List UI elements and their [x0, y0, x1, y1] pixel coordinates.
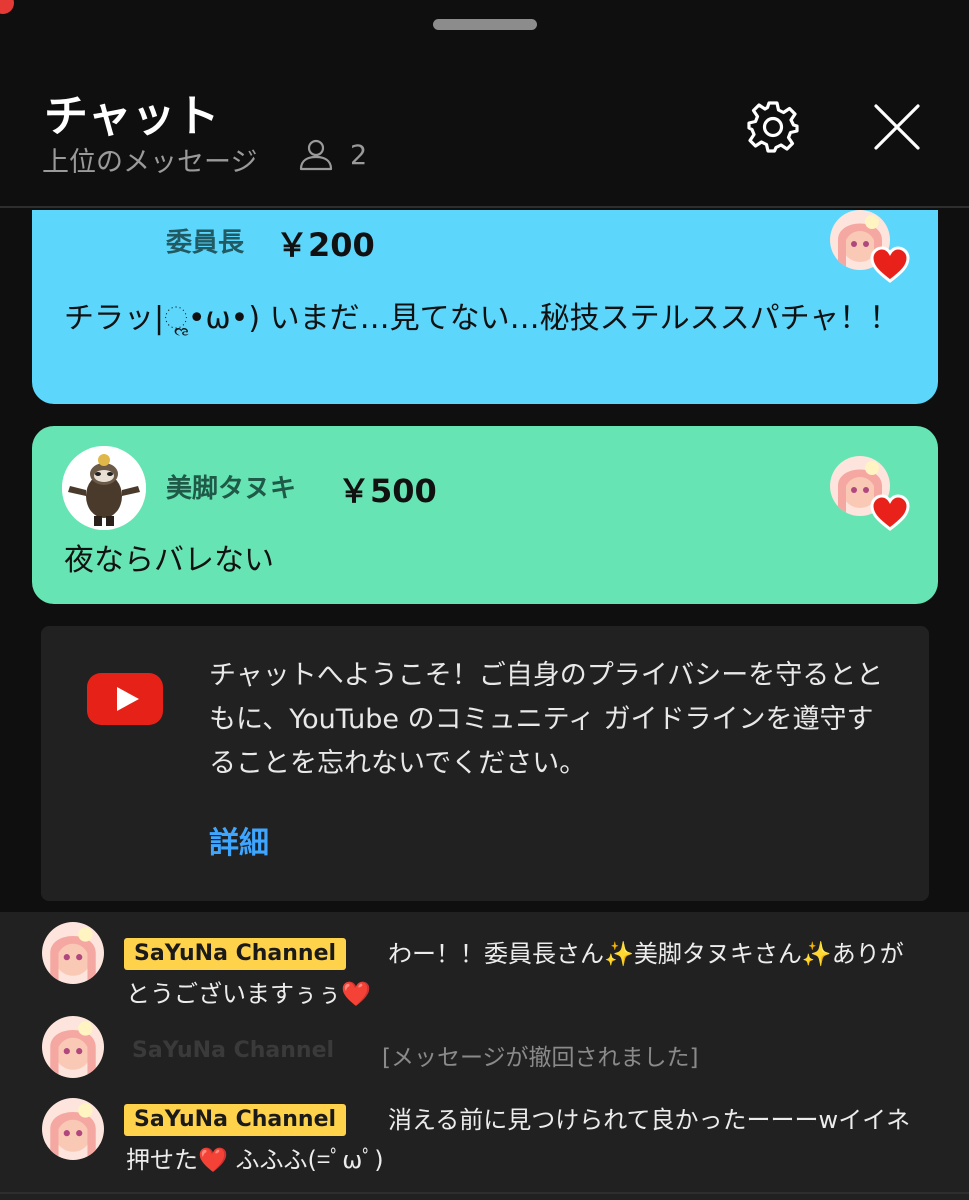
gear-icon[interactable] [746, 100, 800, 154]
chat-message-text: 消える前に見つけられて良かったーーーwイイネ押せた❤️ ふふふ(=ﾟωﾟ) [126, 1106, 911, 1174]
super-chat-amount: ￥500 [338, 472, 437, 510]
divider [0, 1192, 969, 1194]
chat-message-author[interactable]: SaYuNa Channel [132, 1038, 334, 1063]
person-icon [299, 139, 333, 171]
super-chat-message: 夜ならバレない [64, 543, 274, 578]
chat-mode-selector[interactable]: 上位のメッセージ [42, 140, 257, 179]
super-chat-author[interactable]: 委員長 [166, 222, 244, 259]
youtube-logo [87, 673, 163, 725]
learn-more-link[interactable]: 詳細 [209, 818, 269, 862]
close-icon[interactable] [872, 102, 922, 152]
super-chat-amount: ￥200 [276, 226, 375, 264]
chat-message-text: わー！！委員長さん✨美脚タヌキさん✨ありがとうございますぅぅ❤️ [126, 940, 904, 1008]
chat-message[interactable]: SaYuNa Channel 消える前に見つけられて良かったーーーwイイネ押せた… [0, 1098, 969, 1188]
super-chat-card[interactable]: 委員長 ￥200 チラッ|ૢ•ω•) いまだ…見てない…秘技ステルススパチャ！！ [32, 210, 938, 404]
chat-message-list[interactable]: SaYuNa Channel わー！！委員長さん✨美脚タヌキさん✨ありがとうござ… [0, 912, 969, 1200]
welcome-banner: チャットへようこそ！ご自身のプライバシーを守るとともに、YouTube のコミュ… [41, 626, 929, 901]
welcome-message: チャットへようこそ！ご自身のプライバシーを守るとともに、YouTube のコミュ… [209, 660, 884, 779]
page-title: チャット [44, 91, 220, 142]
heart-icon [870, 246, 910, 283]
user-avatar[interactable] [62, 446, 146, 530]
avatar[interactable] [42, 1016, 104, 1078]
viewer-count: 2 [350, 140, 368, 171]
chat-message[interactable]: SaYuNa Channel わー！！委員長さん✨美脚タヌキさん✨ありがとうござ… [0, 922, 969, 1008]
chat-message-body: わー！！委員長さん✨美脚タヌキさん✨ありがとうございますぅぅ❤️ [126, 934, 926, 1014]
avatar[interactable] [42, 1098, 104, 1160]
super-chat-message: チラッ|ૢ•ω•) いまだ…見てない…秘技ステルススパチャ！！ [64, 301, 900, 336]
chat-message-text: [メッセージが撤回されました] [382, 1045, 699, 1071]
super-chat-card[interactable]: 美脚タヌキ ￥500 夜ならバレない [32, 426, 938, 604]
heart-icon [870, 494, 910, 531]
super-chat-author[interactable]: 美脚タヌキ [166, 468, 296, 505]
chat-message-retracted[interactable]: SaYuNa Channel [メッセージが撤回されました] [0, 1016, 969, 1086]
avatar[interactable] [42, 922, 104, 984]
chat-header: チャット 上位のメッセージ 2 [0, 0, 969, 208]
chat-message-body: 消える前に見つけられて良かったーーーwイイネ押せた❤️ ふふふ(=ﾟωﾟ) [126, 1100, 926, 1180]
pinned-messages-area[interactable]: 委員長 ￥200 チラッ|ૢ•ω•) いまだ…見てない…秘技ステルススパチャ！！ [0, 210, 969, 910]
